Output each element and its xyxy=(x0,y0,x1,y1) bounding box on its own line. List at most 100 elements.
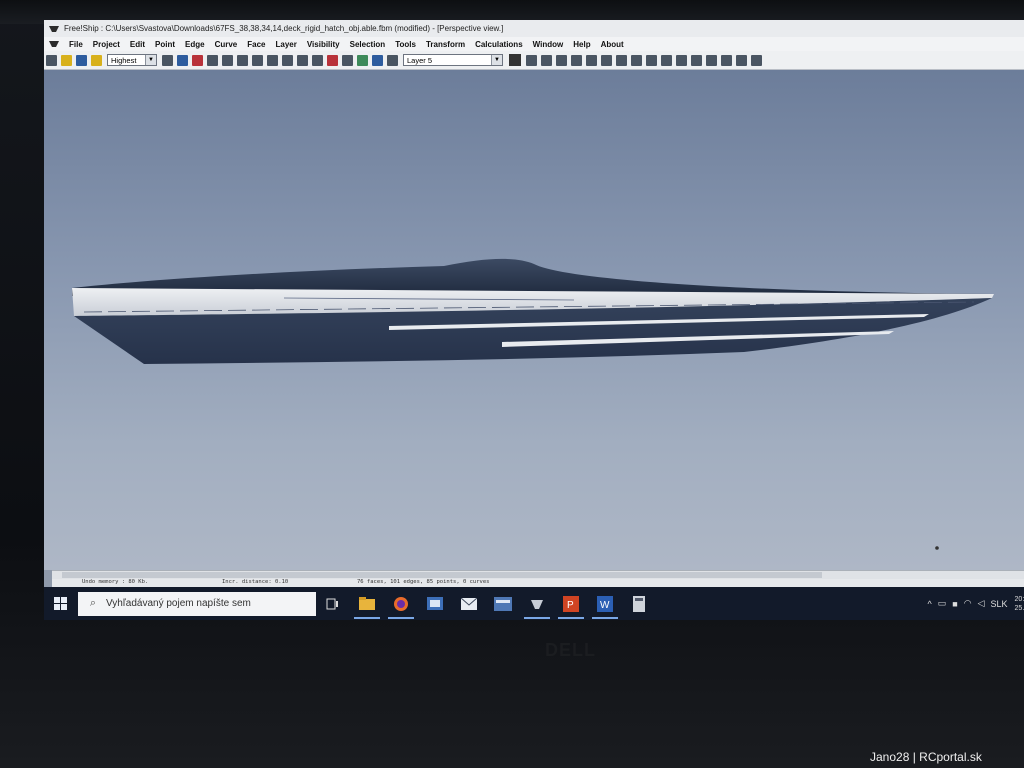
curve-icon[interactable] xyxy=(706,54,717,66)
layer-color-swatch[interactable] xyxy=(509,54,521,66)
layer-properties-icon[interactable] xyxy=(387,54,398,66)
menu-edit[interactable]: Edit xyxy=(125,40,150,49)
windows-logo-icon xyxy=(54,596,67,610)
photos-icon[interactable] xyxy=(422,593,448,615)
add-point-icon[interactable] xyxy=(541,54,552,66)
menu-point[interactable]: Point xyxy=(150,40,180,49)
network-icon[interactable]: ◠ xyxy=(964,598,972,609)
layer-icon[interactable] xyxy=(372,54,383,66)
clock-date: 25.2.2 xyxy=(1014,604,1024,612)
normals-icon[interactable] xyxy=(327,54,338,66)
exit-icon[interactable] xyxy=(91,54,102,66)
hydrostatics-icon[interactable] xyxy=(357,54,368,66)
save-file-icon[interactable] xyxy=(76,54,87,66)
windows-taskbar: ⌕ Vyhľadávaný pojem napíšte sem P W ^ ▭ … xyxy=(44,587,1024,620)
toolbar: Highest ▼ Layer 5 ▼ xyxy=(44,51,1024,70)
menu-tools[interactable]: Tools xyxy=(390,40,421,49)
menu-file[interactable]: File xyxy=(64,40,88,49)
svg-text:P: P xyxy=(567,600,574,611)
file-explorer-icon[interactable] xyxy=(354,593,380,619)
calculator-icon[interactable] xyxy=(626,593,652,615)
cursor-mark xyxy=(935,546,939,550)
menu-selection[interactable]: Selection xyxy=(345,40,391,49)
laptop-brand-logo: DELL xyxy=(545,640,596,660)
system-menu-icon[interactable] xyxy=(48,38,60,50)
chevron-down-icon[interactable]: ▼ xyxy=(491,55,502,65)
layer-select[interactable]: Layer 5 ▼ xyxy=(403,54,503,66)
search-icon: ⌕ xyxy=(89,597,97,609)
clock-time: 20: xyxy=(1014,595,1024,603)
control-net-icon[interactable] xyxy=(222,54,233,66)
start-button[interactable] xyxy=(44,587,78,620)
photo-watermark: Jano28 | RCportal.sk xyxy=(870,750,982,764)
face-tool-icon[interactable] xyxy=(676,54,687,66)
taskbar-search[interactable]: ⌕ Vyhľadávaný pojem napíšte sem xyxy=(78,591,316,616)
menu-face[interactable]: Face xyxy=(242,40,270,49)
volume-icon[interactable]: ◁ xyxy=(978,598,985,609)
input-language[interactable]: SLK xyxy=(991,599,1008,609)
edge-tool-icon[interactable] xyxy=(631,54,642,66)
chevron-down-icon[interactable]: ▼ xyxy=(145,55,156,65)
security-icon[interactable]: ■ xyxy=(952,599,957,609)
title-bar: Free!Ship : C:\Users\Svastova\Downloads\… xyxy=(44,20,1024,38)
cross-curves-icon[interactable] xyxy=(736,54,747,66)
new-file-icon[interactable] xyxy=(46,54,57,66)
lock-icon[interactable] xyxy=(601,54,612,66)
remove-point-icon[interactable] xyxy=(586,54,597,66)
word-icon[interactable]: W xyxy=(592,593,618,619)
unlock-icon[interactable] xyxy=(616,54,627,66)
waterlines-icon[interactable] xyxy=(282,54,293,66)
point-tool-icon[interactable] xyxy=(526,54,537,66)
deck-tool-icon[interactable] xyxy=(751,54,762,66)
buttocks-icon[interactable] xyxy=(267,54,278,66)
clock[interactable]: 20: 25.2.2 xyxy=(1015,595,1024,613)
system-tray: ^ ▭ ■ ◠ ◁ SLK 20: 25.2.2 xyxy=(925,587,1024,620)
insert-point-icon[interactable] xyxy=(556,54,567,66)
menu-transform[interactable]: Transform xyxy=(421,40,470,49)
menu-project[interactable]: Project xyxy=(88,40,125,49)
perspective-viewport[interactable] xyxy=(44,70,1024,570)
diagonals-icon[interactable] xyxy=(297,54,308,66)
freeship-task-icon[interactable] xyxy=(524,593,550,619)
zebra-icon[interactable] xyxy=(192,54,203,66)
hull-model[interactable] xyxy=(44,70,1024,570)
task-view-icon[interactable] xyxy=(320,593,346,615)
precision-value: Highest xyxy=(111,55,137,65)
menu-visibility[interactable]: Visibility xyxy=(302,40,345,49)
markers-icon[interactable] xyxy=(342,54,353,66)
flowlines-icon[interactable] xyxy=(312,54,323,66)
edge-split-icon[interactable] xyxy=(646,54,657,66)
collapse-point-icon[interactable] xyxy=(571,54,582,66)
layer-value: Layer 5 xyxy=(407,55,433,65)
stations-icon[interactable] xyxy=(252,54,263,66)
interior-edges-icon[interactable] xyxy=(237,54,248,66)
undo-memory-status: Undo memory : 80 Kb. xyxy=(82,579,149,585)
delft-ship-icon[interactable] xyxy=(490,593,516,615)
window-title: Free!Ship : C:\Users\Svastova\Downloads\… xyxy=(64,24,504,33)
chevron-up-icon[interactable]: ^ xyxy=(928,599,932,609)
menu-curve[interactable]: Curve xyxy=(210,40,243,49)
menu-help[interactable]: Help xyxy=(568,40,595,49)
face-invert-icon[interactable] xyxy=(691,54,702,66)
scrollbar-thumb[interactable] xyxy=(62,572,822,578)
menu-window[interactable]: Window xyxy=(528,40,569,49)
firefox-icon[interactable] xyxy=(388,593,414,619)
precision-select[interactable]: Highest ▼ xyxy=(107,54,157,66)
shade-icon[interactable] xyxy=(162,54,173,66)
menu-about[interactable]: About xyxy=(596,40,629,49)
open-file-icon[interactable] xyxy=(61,54,72,66)
edge-crease-icon[interactable] xyxy=(661,54,672,66)
laptop-screen: Free!Ship : C:\Users\Svastova\Downloads\… xyxy=(44,20,1024,620)
powerpoint-icon[interactable]: P xyxy=(558,593,584,619)
menu-edge[interactable]: Edge xyxy=(180,40,210,49)
menu-bar: File Project Edit Point Edge Curve Face … xyxy=(44,37,1024,51)
increment-distance-status: Incr. distance: 0.10 xyxy=(222,579,289,585)
mail-icon[interactable] xyxy=(456,593,482,615)
menu-layer[interactable]: Layer xyxy=(271,40,302,49)
wireframe-icon[interactable] xyxy=(207,54,218,66)
design-hydrostatics-icon[interactable] xyxy=(721,54,732,66)
menu-calculations[interactable]: Calculations xyxy=(470,40,528,49)
geometry-counts-status: 76 faces, 101 edges, 85 points, 0 curves xyxy=(357,579,490,585)
battery-icon[interactable]: ▭ xyxy=(938,598,947,609)
curvature-icon[interactable] xyxy=(177,54,188,66)
